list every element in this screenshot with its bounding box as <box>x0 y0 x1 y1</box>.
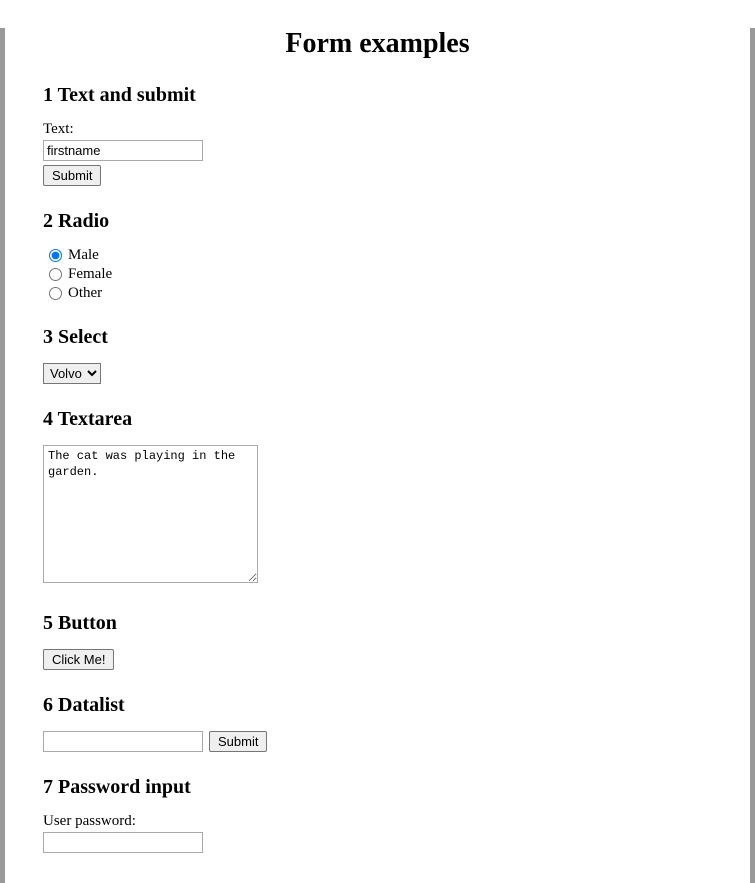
radio-male[interactable] <box>49 249 62 262</box>
section-heading-radio: 2 Radio <box>43 210 712 233</box>
radio-female[interactable] <box>49 268 62 281</box>
section-heading-button: 5 Button <box>43 612 712 635</box>
datalist-input[interactable] <box>43 731 203 752</box>
text-input[interactable] <box>43 140 203 161</box>
datalist-submit-button[interactable] <box>209 731 267 752</box>
radio-female-label: Female <box>68 266 112 283</box>
radio-other[interactable] <box>49 287 62 300</box>
click-me-button[interactable]: Click Me! <box>43 649 114 670</box>
text-input-label: Text: <box>43 121 712 138</box>
text-submit-button[interactable] <box>43 165 101 186</box>
car-select[interactable]: Volvo <box>43 363 101 384</box>
section-heading-select: 3 Select <box>43 326 712 349</box>
section-heading-datalist: 6 Datalist <box>43 694 712 717</box>
section-heading-text-submit: 1 Text and submit <box>43 84 712 107</box>
section-heading-textarea: 4 Textarea <box>43 408 712 431</box>
password-input[interactable] <box>43 832 203 853</box>
page-title: Form examples <box>43 28 712 60</box>
textarea-input[interactable]: The cat was playing in the garden. <box>43 445 258 583</box>
section-heading-password: 7 Password input <box>43 776 712 799</box>
radio-other-label: Other <box>68 285 102 302</box>
password-label: User password: <box>43 813 712 830</box>
radio-male-label: Male <box>68 247 99 264</box>
